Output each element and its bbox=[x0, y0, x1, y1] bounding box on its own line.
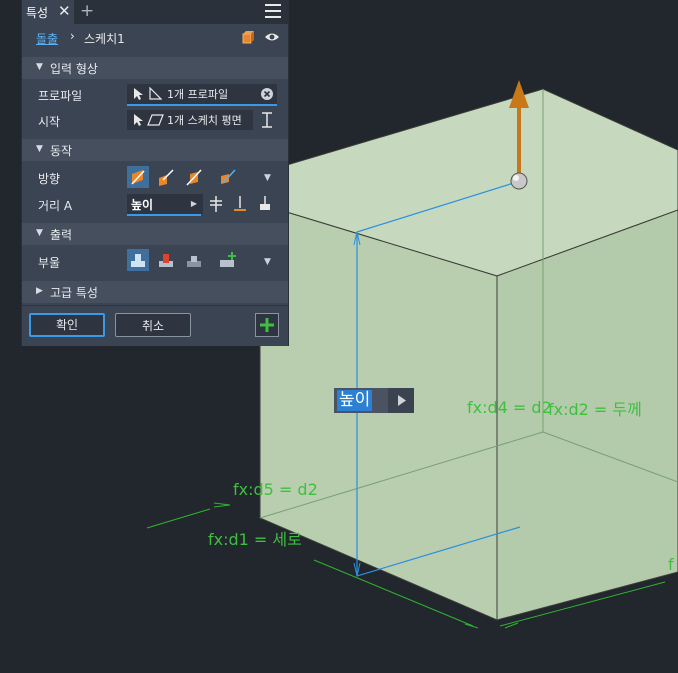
plus-icon bbox=[260, 318, 274, 332]
select-cursor-plane-icon bbox=[134, 114, 164, 126]
apply-and-new-button[interactable] bbox=[255, 313, 279, 337]
tab-bar: 특성 ✕ + bbox=[22, 0, 288, 24]
boolean-intersect-button[interactable] bbox=[183, 249, 205, 271]
dimension-d1[interactable]: fx:d1 = 세로 bbox=[208, 526, 302, 550]
boolean-join-icon bbox=[131, 254, 145, 267]
offset-icon[interactable] bbox=[260, 111, 274, 129]
boolean-intersect-icon bbox=[187, 256, 201, 267]
direction-flip-button[interactable] bbox=[155, 166, 177, 188]
boolean-join-button[interactable] bbox=[127, 249, 149, 271]
preview-cube-icon[interactable] bbox=[241, 30, 256, 45]
distance-label: 거리 A bbox=[38, 199, 73, 213]
boolean-cut-icon bbox=[159, 254, 173, 267]
canvas-distance-menu-button[interactable] bbox=[388, 388, 414, 413]
breadcrumb: 돌출 › 스케치1 bbox=[22, 24, 288, 54]
breadcrumb-extrude-link[interactable]: 돌출 bbox=[36, 30, 58, 47]
breadcrumb-separator: › bbox=[70, 29, 75, 43]
section-output-title: 출력 bbox=[50, 228, 73, 242]
profile-selector[interactable]: 1개 프로파일 bbox=[127, 84, 277, 106]
dimension-d4[interactable]: fx:d4 = d2 bbox=[467, 398, 552, 417]
add-tab-icon[interactable]: + bbox=[80, 1, 94, 21]
direction-asymmetric-button[interactable] bbox=[217, 166, 239, 188]
distance-to-icon[interactable] bbox=[232, 194, 248, 214]
select-cursor-profile-icon bbox=[134, 87, 162, 100]
hamburger-menu-icon[interactable] bbox=[265, 4, 281, 19]
dimension-edge-fragment[interactable]: f bbox=[668, 555, 674, 574]
canvas-distance-input[interactable]: 높이 bbox=[334, 388, 414, 413]
section-advanced[interactable]: ▶ 고급 특성 bbox=[22, 281, 288, 303]
close-icon[interactable]: ✕ bbox=[58, 2, 71, 20]
distance-between-icon[interactable] bbox=[257, 194, 273, 214]
boolean-label: 부울 bbox=[38, 256, 61, 270]
direction-default-button[interactable] bbox=[127, 166, 149, 188]
profile-label: 프로파일 bbox=[38, 89, 83, 103]
dimension-d2[interactable]: fx:d2 = 두께 bbox=[548, 396, 642, 420]
distance-through-icon[interactable] bbox=[208, 194, 224, 214]
collapse-arrow-icon: ▼ bbox=[36, 144, 43, 154]
cancel-button[interactable]: 취소 bbox=[115, 313, 191, 337]
expand-arrow-icon: ▶ bbox=[36, 286, 43, 296]
chevron-down-icon[interactable]: ▼ bbox=[264, 173, 271, 183]
properties-panel: 특성 ✕ + 돌출 › 스케치1 ▼ 입력 형상 프로파일 1개 프로파일 시작… bbox=[22, 0, 288, 346]
direction-flip-icon bbox=[159, 169, 174, 186]
boolean-new-solid-button[interactable] bbox=[217, 249, 239, 271]
play-arrow-icon bbox=[398, 395, 406, 406]
breadcrumb-current: 스케치1 bbox=[84, 32, 125, 46]
direction-symmetric-icon bbox=[186, 169, 202, 186]
eye-icon[interactable] bbox=[264, 32, 280, 42]
tab-properties-label: 특성 bbox=[26, 6, 49, 20]
distance-menu-button[interactable]: ▶ bbox=[185, 194, 203, 214]
boolean-cut-button[interactable] bbox=[155, 249, 177, 271]
section-output[interactable]: ▼ 출력 bbox=[22, 223, 288, 245]
clear-icon[interactable] bbox=[261, 88, 273, 100]
section-advanced-title: 고급 특성 bbox=[50, 286, 98, 300]
collapse-arrow-icon: ▼ bbox=[36, 228, 43, 238]
canvas-distance-value[interactable]: 높이 bbox=[337, 390, 373, 411]
chevron-down-icon[interactable]: ▼ bbox=[264, 257, 271, 267]
section-behavior[interactable]: ▼ 동작 bbox=[22, 139, 288, 161]
section-input-shape-title: 입력 형상 bbox=[50, 62, 98, 76]
tab-properties[interactable]: 특성 ✕ bbox=[22, 0, 74, 24]
start-value: 1개 스케치 평면 bbox=[167, 114, 242, 127]
start-label: 시작 bbox=[38, 115, 61, 129]
dimension-d5[interactable]: fx:d5 = d2 bbox=[233, 480, 318, 499]
new-solid-icon bbox=[220, 252, 236, 267]
section-behavior-title: 동작 bbox=[50, 144, 73, 158]
start-selector[interactable]: 1개 스케치 평면 bbox=[127, 110, 253, 130]
collapse-arrow-icon: ▼ bbox=[36, 62, 43, 72]
profile-value: 1개 프로파일 bbox=[167, 88, 229, 101]
direction-label: 방향 bbox=[38, 172, 61, 186]
section-input-shape[interactable]: ▼ 입력 형상 bbox=[22, 57, 288, 79]
direction-default-icon bbox=[131, 170, 145, 185]
ok-button[interactable]: 확인 bbox=[29, 313, 105, 337]
direction-symmetric-button[interactable] bbox=[183, 166, 205, 188]
distance-value: 높이 bbox=[131, 198, 154, 212]
direction-asymmetric-icon bbox=[221, 169, 236, 184]
